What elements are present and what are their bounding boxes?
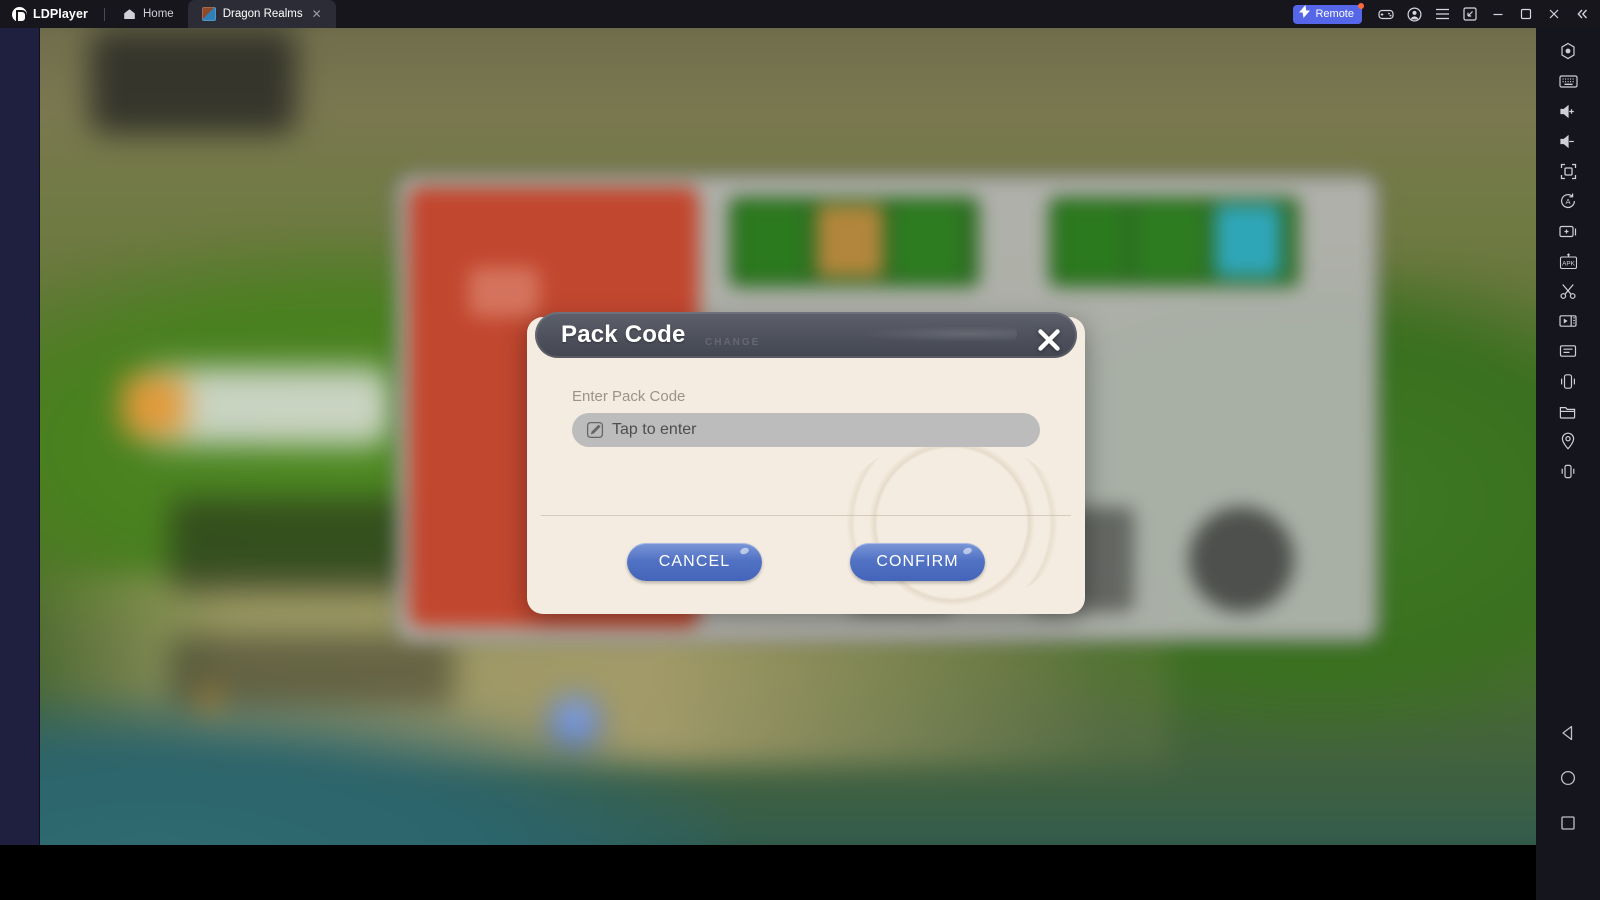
dialog-title: Pack Code [561,321,686,348]
right-toolbar: A APK [1536,28,1600,900]
apk-install-icon[interactable]: APK [1536,246,1600,276]
dialog-divider [541,515,1071,516]
volume-up-icon[interactable] [1536,96,1600,126]
titlebar-controls: Remote [1293,0,1600,28]
android-recents-icon[interactable] [1536,800,1600,845]
cancel-button-label: CANCEL [658,553,731,570]
portal-orb [550,696,599,746]
home-icon [123,8,136,20]
scissors-icon[interactable] [1536,276,1600,306]
tab-home[interactable]: Home [107,0,188,28]
cancel-button[interactable]: CANCEL [627,543,762,581]
pack-code-label: Enter Pack Code [572,388,686,405]
minimize-icon[interactable] [1484,0,1512,28]
gamepad-icon[interactable] [1372,0,1400,28]
pack-code-placeholder: Tap to enter [612,421,697,438]
brand-separator [104,7,105,21]
right-toolbar-tools: A APK [1536,28,1600,486]
close-x-icon[interactable] [1027,318,1071,362]
emulator-body: Pack Code CHANGE Enter Pack Code Tap to … [0,28,1600,900]
dialog-actions: CANCEL CONFIRM [527,543,1085,591]
brand: LDPlayer [0,0,98,28]
video-record-icon[interactable] [1536,306,1600,336]
title-bar: LDPlayer Home Dragon Realms ✕ Remote [0,0,1600,28]
shake-icon[interactable] [1536,366,1600,396]
vibrate-icon[interactable] [1536,456,1600,486]
pack-code-input[interactable]: Tap to enter [572,413,1040,447]
pencil-edit-icon [586,421,604,439]
android-nav-bar [1536,710,1600,845]
multi-instance-icon[interactable] [1536,216,1600,246]
location-icon[interactable] [1536,426,1600,456]
dialog-body: Enter Pack Code Tap to enter CANCEL CONF… [527,363,1085,614]
tab-dragon-realms[interactable]: Dragon Realms ✕ [187,0,336,28]
tab-strip: Home Dragon Realms ✕ [107,0,336,28]
lightning-bolt-icon [1299,5,1311,23]
game-screen[interactable]: Pack Code CHANGE Enter Pack Code Tap to … [40,28,1536,845]
dialog-header: Pack Code CHANGE [535,312,1077,358]
keyboard-icon[interactable] [1536,66,1600,96]
android-back-icon[interactable] [1536,710,1600,755]
fullscreen-icon[interactable] [1536,156,1600,186]
maximize-icon[interactable] [1512,0,1540,28]
tab-dragon-realms-label: Dragon Realms [222,8,303,20]
account-icon[interactable] [1400,0,1428,28]
close-icon[interactable] [1540,0,1568,28]
auto-rotate-icon[interactable]: A [1536,186,1600,216]
remote-badge-dot [1358,2,1364,9]
svg-text:APK: APK [1562,260,1576,267]
pack-code-dialog: Pack Code CHANGE Enter Pack Code Tap to … [527,312,1085,614]
ldplayer-logo-icon [12,6,27,23]
volume-down-icon[interactable] [1536,126,1600,156]
confirm-button-label: CONFIRM [876,553,959,570]
remote-button[interactable]: Remote [1293,2,1364,24]
svg-text:A: A [1565,197,1571,206]
macro-icon[interactable] [1536,336,1600,366]
confirm-button[interactable]: CONFIRM [850,543,985,581]
menu-icon[interactable] [1428,0,1456,28]
remote-label: Remote [1315,8,1354,20]
tab-close-icon[interactable]: ✕ [312,8,322,20]
dialog-title-watermark: CHANGE [705,337,761,348]
ldplayer-window: LDPlayer Home Dragon Realms ✕ Remote Pac… [0,0,1600,900]
folder-icon[interactable] [1536,396,1600,426]
collapse-icon[interactable] [1568,0,1596,28]
settings-icon[interactable] [1536,36,1600,66]
fullscreen-icon[interactable] [1456,0,1484,28]
brand-label: LDPlayer [33,7,88,21]
android-home-icon[interactable] [1536,755,1600,800]
app-icon [201,7,216,21]
tab-home-label: Home [143,8,174,20]
left-margin-strip [0,28,40,845]
